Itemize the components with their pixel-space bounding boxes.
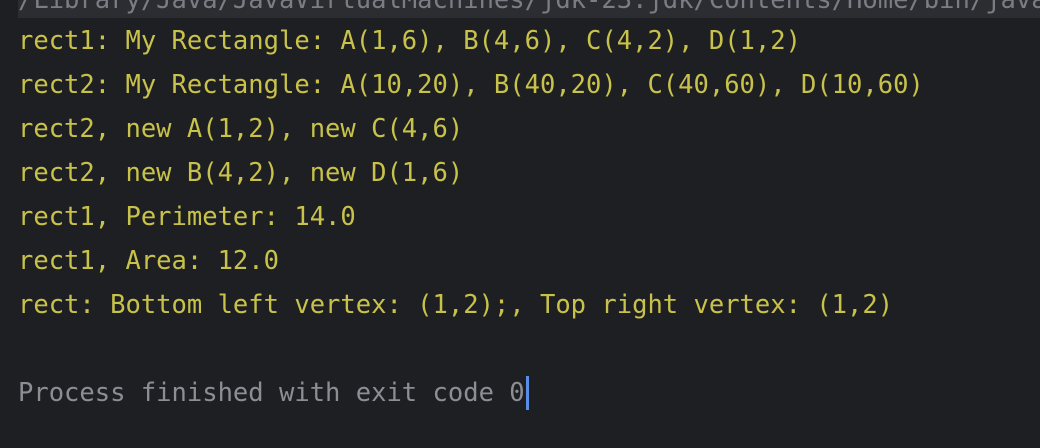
process-finished-line: Process finished with exit code 0 xyxy=(18,375,529,411)
output-line-area: rect1, Area: 12.0 xyxy=(18,246,279,276)
output-line-rect1: rect1: My Rectangle: A(1,6), B(4,6), C(4… xyxy=(18,26,801,56)
output-line-vertices: rect: Bottom left vertex: (1,2);, Top ri… xyxy=(18,290,894,320)
process-finished-text: Process finished with exit code 0 xyxy=(18,378,525,408)
output-line-rect2-new-b-d: rect2, new B(4,2), new D(1,6) xyxy=(18,158,464,188)
run-console[interactable]: /Library/Java/JavaVirtualMachines/jdk-23… xyxy=(0,0,1040,448)
output-line-perimeter: rect1, Perimeter: 14.0 xyxy=(18,202,356,232)
text-caret xyxy=(525,376,529,410)
output-line-rect2: rect2: My Rectangle: A(10,20), B(40,20),… xyxy=(18,70,924,100)
java-command-line: /Library/Java/JavaVirtualMachines/jdk-23… xyxy=(18,0,1040,18)
output-line-rect2-new-a-c: rect2, new A(1,2), new C(4,6) xyxy=(18,114,464,144)
